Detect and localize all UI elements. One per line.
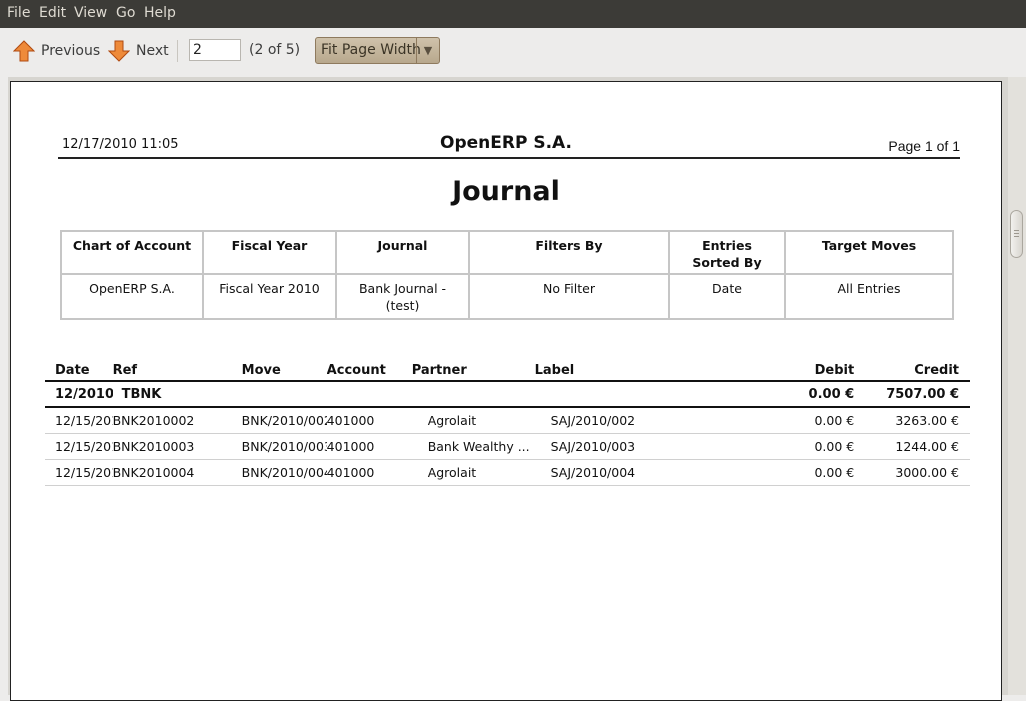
column-header: Move [241, 363, 281, 378]
table-row: 12/15/2010 BNK2010003 BNK/2010/003 40100… [45, 433, 970, 460]
entry-debit: 0.00 € [729, 459, 855, 486]
vertical-scrollbar[interactable] [1008, 77, 1026, 695]
group-row: 12/2010 TBNK 0.00 € 7507.00 € [45, 380, 970, 408]
entry-partner: Agrolait [411, 407, 535, 434]
previous-label: Previous [41, 43, 101, 59]
page-count: (2 of 5) [249, 42, 301, 58]
param-header: Filters By [468, 230, 670, 275]
param-value: All Entries [784, 273, 954, 320]
entry-credit: 3000.00 € [854, 459, 970, 486]
entry-move: BNK/2010/002 [241, 407, 327, 434]
entry-account: 401000 [326, 433, 412, 460]
parameters-header-row: Chart of Account Fiscal Year Journal Fil… [60, 230, 954, 275]
table-row: 12/15/2010 BNK2010004 BNK/2010/004 40100… [45, 459, 970, 486]
table-row: 12/15/2010 BNK2010002 BNK/2010/002 40100… [45, 407, 970, 434]
entry-ref: BNK2010002 [112, 407, 242, 434]
report-parameters-table: Chart of Account Fiscal Year Journal Fil… [60, 230, 954, 320]
parameters-value-row: OpenERP S.A. Fiscal Year 2010 Bank Journ… [60, 273, 954, 320]
report-title: Journal [452, 176, 560, 207]
menu-help[interactable]: Help [144, 5, 176, 21]
arrow-down-icon [108, 40, 130, 62]
column-header: Date [55, 363, 90, 378]
menu-view[interactable]: View [74, 5, 107, 21]
param-header: Chart of Account [60, 230, 204, 275]
entry-move: BNK/2010/003 [241, 433, 327, 460]
menu-file[interactable]: File [7, 5, 30, 21]
next-label: Next [136, 43, 169, 59]
entries-header-row: Date Ref Move Account Partner Label Debi… [45, 357, 970, 381]
next-button[interactable]: Next [108, 38, 169, 64]
entry-move: BNK/2010/004 [241, 459, 327, 486]
param-header: Entries Sorted By [668, 230, 786, 275]
group-debit: 0.00 € [729, 380, 855, 408]
entry-label: SAJ/2010/004 [534, 459, 730, 486]
entry-ref: BNK2010003 [112, 433, 242, 460]
entry-label: SAJ/2010/002 [534, 407, 730, 434]
param-value: Bank Journal - (test) [335, 273, 470, 320]
column-header: Partner [411, 363, 467, 378]
menu-go[interactable]: Go [116, 5, 135, 21]
entry-debit: 0.00 € [729, 433, 855, 460]
document-viewport: 12/17/2010 11:05 OpenERP S.A. Page 1 of … [8, 77, 1008, 701]
column-header: Label [534, 363, 575, 378]
entry-debit: 0.00 € [729, 407, 855, 434]
group-journal: TBNK [112, 380, 242, 408]
entry-partner: Bank Wealthy ... [411, 433, 535, 460]
param-value: No Filter [468, 273, 670, 320]
entry-partner: Agrolait [411, 459, 535, 486]
zoom-label: Fit Page Width [321, 42, 421, 58]
param-value: OpenERP S.A. [60, 273, 204, 320]
menu-edit[interactable]: Edit [39, 5, 66, 21]
menu-bar: File Edit View Go Help [0, 0, 1026, 28]
entry-label: SAJ/2010/003 [534, 433, 730, 460]
column-header: Credit [914, 363, 959, 378]
scrollbar-thumb[interactable] [1010, 210, 1023, 258]
column-header: Account [326, 363, 386, 378]
document-page: 12/17/2010 11:05 OpenERP S.A. Page 1 of … [10, 81, 1002, 701]
entry-credit: 3263.00 € [854, 407, 970, 434]
entry-date: 12/15/2010 [45, 433, 113, 460]
param-header: Fiscal Year [202, 230, 337, 275]
param-value: Fiscal Year 2010 [202, 273, 337, 320]
zoom-select[interactable]: Fit Page Width ▼ [315, 37, 440, 64]
group-credit: 7507.00 € [854, 380, 970, 408]
entry-date: 12/15/2010 [45, 459, 113, 486]
journal-entries-table: Date Ref Move Account Partner Label Debi… [45, 357, 970, 486]
column-header: Debit [814, 363, 855, 378]
column-header: Ref [112, 363, 138, 378]
dropdown-arrow-icon[interactable]: ▼ [416, 38, 439, 63]
header-rule [58, 157, 960, 159]
previous-button[interactable]: Previous [13, 38, 100, 64]
entry-account: 401000 [326, 459, 412, 486]
param-header: Journal [335, 230, 470, 275]
report-page-number: Page 1 of 1 [888, 138, 960, 154]
param-value: Date [668, 273, 786, 320]
group-period: 12/2010 [45, 380, 113, 408]
report-company: OpenERP S.A. [440, 133, 572, 153]
entry-date: 12/15/2010 [45, 407, 113, 434]
param-header: Target Moves [784, 230, 954, 275]
toolbar-separator [177, 40, 178, 62]
arrow-up-icon [13, 40, 35, 62]
toolbar: Previous Next (2 of 5) Fit Page Width ▼ [0, 28, 1026, 73]
entry-account: 401000 [326, 407, 412, 434]
page-number-input[interactable] [189, 39, 241, 61]
entry-credit: 1244.00 € [854, 433, 970, 460]
entry-ref: BNK2010004 [112, 459, 242, 486]
